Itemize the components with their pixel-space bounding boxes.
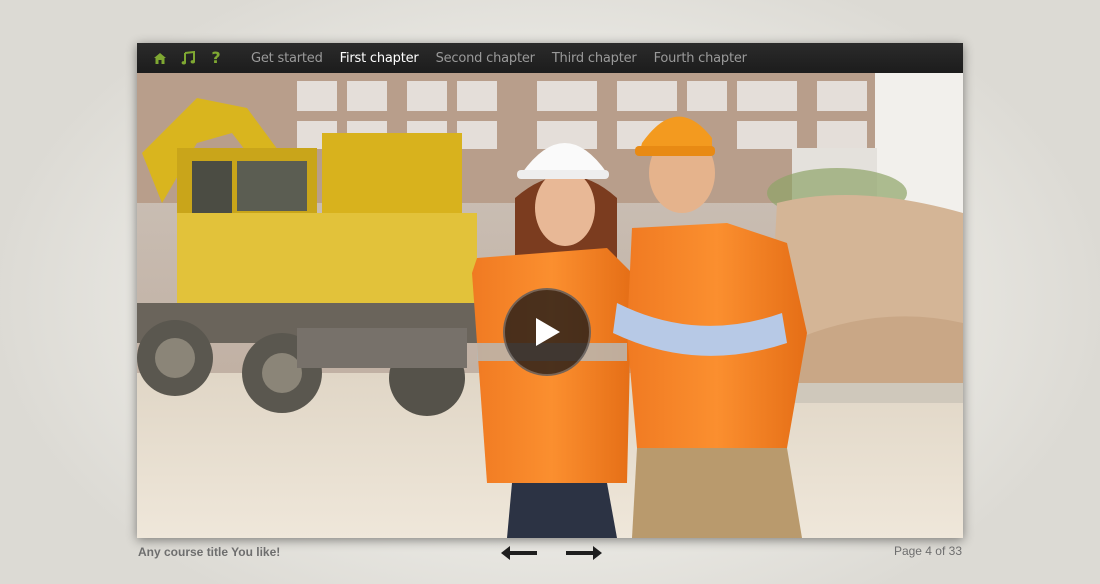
nav-first-chapter[interactable]: First chapter — [340, 51, 419, 66]
nav-get-started[interactable]: Get started — [251, 51, 323, 66]
arrow-right-icon — [566, 546, 602, 560]
video-frame[interactable] — [137, 73, 963, 538]
arrow-left-icon — [501, 546, 537, 560]
next-page-button[interactable] — [563, 544, 603, 562]
play-button[interactable] — [503, 288, 591, 376]
chapter-nav: Get started First chapter Second chapter… — [251, 51, 764, 66]
previous-page-button[interactable] — [500, 544, 540, 562]
help-glyph: ? — [211, 48, 221, 67]
course-player: ? Get started First chapter Second chapt… — [137, 43, 963, 538]
page-indicator: Page 4 of 33 — [893, 544, 962, 558]
nav-fourth-chapter[interactable]: Fourth chapter — [654, 51, 747, 66]
play-icon — [536, 318, 560, 346]
music-note-icon[interactable] — [179, 49, 197, 67]
nav-second-chapter[interactable]: Second chapter — [436, 51, 535, 66]
home-icon[interactable] — [151, 49, 169, 67]
course-title: Any course title You like! — [138, 545, 281, 559]
nav-third-chapter[interactable]: Third chapter — [552, 51, 637, 66]
top-navigation-bar: ? Get started First chapter Second chapt… — [137, 43, 963, 73]
help-icon[interactable]: ? — [207, 49, 225, 67]
